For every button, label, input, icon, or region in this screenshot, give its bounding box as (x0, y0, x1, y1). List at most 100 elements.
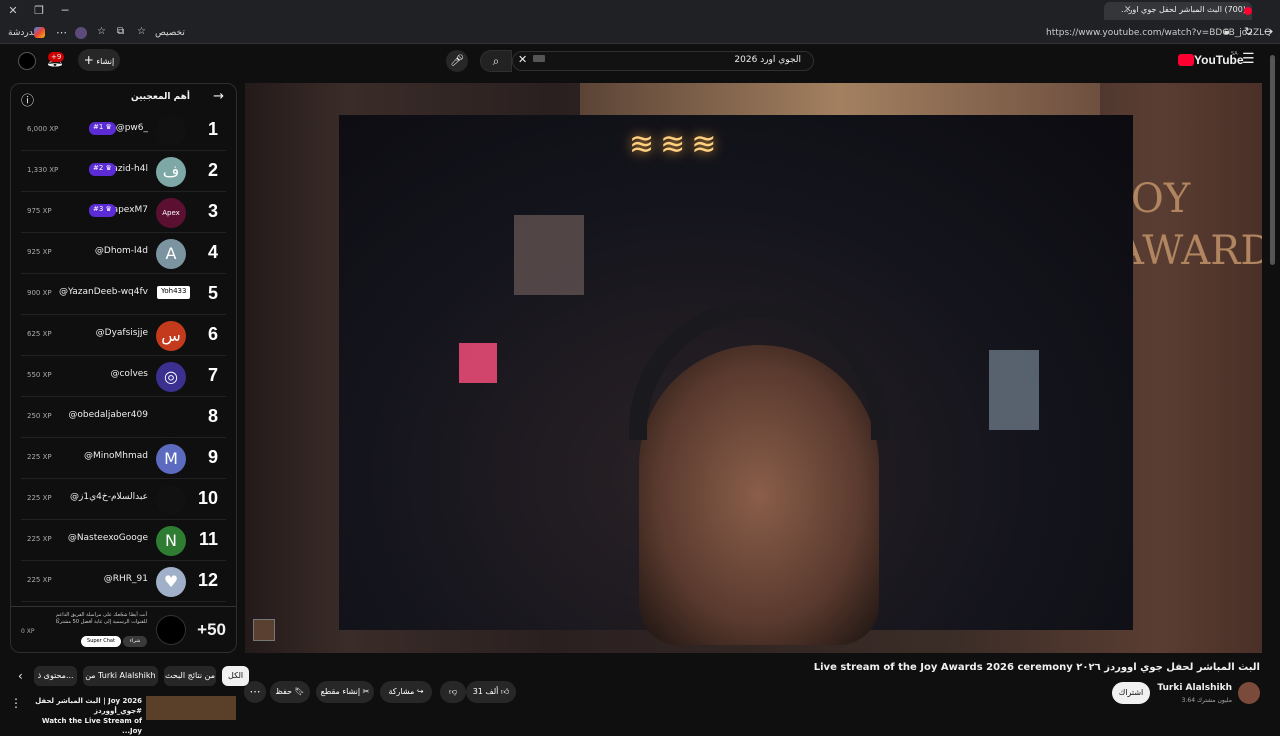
filter-chip[interactable]: الكل (222, 666, 249, 686)
star-icon[interactable]: ☆ (137, 26, 146, 37)
search-button[interactable]: ⌕ (480, 50, 512, 72)
scrollbar[interactable] (1270, 55, 1275, 265)
account-avatar[interactable] (18, 52, 36, 70)
thumbs-up-icon: 👍︎ (500, 687, 510, 696)
minimize-window-icon[interactable]: ─ (52, 4, 78, 17)
fan-username[interactable]: @colves (110, 369, 148, 379)
leaderboard-row[interactable]: 8 @obedaljaber409 250 XP (21, 398, 226, 438)
channel-name[interactable]: Turki Alalshikh (1157, 683, 1232, 693)
fan-avatar[interactable]: A (156, 239, 186, 269)
leaderboard-row[interactable]: 11 N @NasteexoGooge 225 XP (21, 521, 226, 561)
notification-count: +9 (48, 52, 65, 62)
fan-username[interactable]: @pw6_ (116, 123, 148, 133)
more-icon[interactable]: ⋯ (56, 26, 67, 39)
rank-number: 5 (207, 283, 218, 303)
back-arrow-icon[interactable]: → (213, 89, 224, 104)
copilot-icon[interactable] (34, 27, 45, 38)
mic-icon[interactable]: 🎤︎ (446, 50, 468, 72)
customize-button[interactable]: تخصيص (155, 28, 185, 38)
rank-number: 2 (207, 160, 218, 180)
favorites-icon[interactable]: ☆ (97, 26, 106, 37)
refresh-icon[interactable]: ↻ (1244, 25, 1253, 38)
rank-number: 4 (207, 242, 218, 262)
fan-username[interactable]: @NasteexoGooge (68, 533, 148, 543)
leaderboard-row[interactable]: 9 M @MinoMhmad 225 XP (21, 439, 226, 479)
save-button[interactable]: حفظ 🔖︎ (270, 681, 310, 703)
fan-avatar[interactable] (156, 485, 186, 515)
fan-avatar[interactable]: ◎ (156, 362, 186, 392)
fan-username[interactable]: @Dyafsisjje (96, 328, 148, 338)
extensions-icon[interactable]: ⧉ (117, 26, 124, 37)
next-video-thumbnail[interactable] (146, 696, 236, 720)
filter-chip[interactable]: من Turki Alalshikh (83, 666, 158, 686)
clip-label: إنشاء مقطع (320, 687, 361, 696)
fan-avatar[interactable] (156, 116, 186, 146)
fan-avatar[interactable]: N (156, 526, 186, 556)
fan-xp: 6,000 XP (27, 125, 59, 133)
dislike-button[interactable]: 👎︎ (440, 681, 466, 703)
subscribe-button[interactable]: اشتراك (1112, 682, 1150, 704)
leaderboard-row[interactable]: 12 ♥ @RHR_91 225 XP (21, 562, 226, 602)
fan-avatar[interactable]: ♥ (156, 567, 186, 597)
leaderboard-row[interactable]: 5 @YazanDeeb-wq4fv 900 XP Yoh433 (21, 275, 226, 315)
fan-avatar[interactable]: س (156, 321, 186, 351)
neon-light: ≋≋≋ (629, 127, 723, 162)
fan-username[interactable]: @obedaljaber409 (68, 410, 148, 420)
rank-number: 11 (198, 529, 218, 549)
region-code: SA (1231, 51, 1238, 57)
leaderboard-row[interactable]: 4 A @Dhom-l4d 925 XP (21, 234, 226, 274)
rank-badge: #1 ♛ (89, 122, 116, 135)
keyboard-icon[interactable] (533, 55, 545, 62)
create-button[interactable]: + إنشاء (78, 49, 120, 71)
youtube-favicon (1244, 7, 1252, 15)
leaderboard-row[interactable]: 10 @عبدالسلام-خ4ي1ز 225 XP (21, 480, 226, 520)
profile-avatar[interactable] (75, 27, 87, 39)
close-window-icon[interactable]: ✕ (0, 4, 26, 17)
youtube-logo-icon[interactable] (1178, 54, 1194, 66)
fan-username[interactable]: @YazanDeeb-wq4fv (59, 287, 148, 297)
leaderboard-row[interactable]: 2 ف @yazid-h4l 1,330 XP #2 ♛ (21, 152, 226, 192)
leaderboard-row[interactable]: 6 س @Dyafsisjje 625 XP (21, 316, 226, 356)
lock-icon[interactable]: 🔒︎ (1224, 26, 1229, 37)
fan-username[interactable]: @Dhom-l4d (95, 246, 148, 256)
super-chat-button[interactable]: Super Chat (81, 636, 121, 647)
filter-chip[interactable]: من نتائج البحث (163, 666, 217, 686)
share-button[interactable]: مشاركة ↪ (380, 681, 432, 703)
tab-close-icon[interactable]: ✕ (1124, 5, 1132, 15)
buy-button[interactable]: شراء (123, 636, 147, 647)
leaderboard-row[interactable]: 1 @pw6_ 6,000 XP #1 ♛ (21, 111, 226, 151)
filter-chip[interactable]: محتوى ذ... (34, 666, 78, 686)
channel-avatar[interactable] (1238, 682, 1260, 704)
footer-xp: 0 XP (21, 628, 35, 635)
fan-avatar[interactable]: ف (156, 157, 186, 187)
url-field[interactable]: https://www.youtube.com/watch?v=BDCB_jo2… (1046, 28, 1271, 38)
more-actions-icon[interactable]: ⋯ (244, 681, 266, 703)
menu-icon[interactable]: ☰ (1242, 51, 1255, 67)
fan-avatar[interactable]: M (156, 444, 186, 474)
next-video-title[interactable]: Joy 2026 | البث المباشر لحفل #جوي_أووردز… (30, 696, 142, 736)
clear-search-icon[interactable]: ✕ (518, 53, 527, 66)
help-icon[interactable]: ⓘ (21, 90, 34, 109)
bookmark-icon: 🔖︎ (294, 687, 305, 696)
restore-window-icon[interactable]: ❐ (26, 4, 52, 17)
search-input[interactable]: الجوي اورد 2026 (512, 51, 814, 71)
leaderboard-row[interactable]: 3 Apex @apexM7 975 XP #3 ♛ (21, 193, 226, 233)
fan-xp: 225 XP (27, 535, 52, 543)
fan-xp: 250 XP (27, 412, 52, 420)
back-icon[interactable]: → (1264, 25, 1273, 38)
kebab-menu-icon[interactable]: ⋮ (10, 696, 22, 710)
clip-button[interactable]: إنشاء مقطع ✂ (316, 681, 374, 703)
like-button[interactable]: 31 ألف 👍︎ (466, 681, 516, 703)
fan-avatar[interactable]: Apex (156, 198, 186, 228)
fan-xp: 550 XP (27, 371, 52, 379)
fan-username[interactable]: @عبدالسلام-خ4ي1ز (70, 492, 148, 502)
chevron-left-icon[interactable]: ‹ (18, 669, 23, 683)
channel-watermark[interactable] (253, 619, 275, 641)
video-player[interactable]: JOY AWARDS ≋≋≋ (245, 83, 1262, 653)
fan-username[interactable]: @RHR_91 (104, 574, 148, 584)
fan-username[interactable]: @MinoMhmad (84, 451, 148, 461)
pink-lamp (459, 343, 497, 383)
fan-avatar[interactable] (156, 403, 186, 433)
search-icon: ⌕ (492, 54, 500, 68)
leaderboard-row[interactable]: 7 ◎ @colves 550 XP (21, 357, 226, 397)
